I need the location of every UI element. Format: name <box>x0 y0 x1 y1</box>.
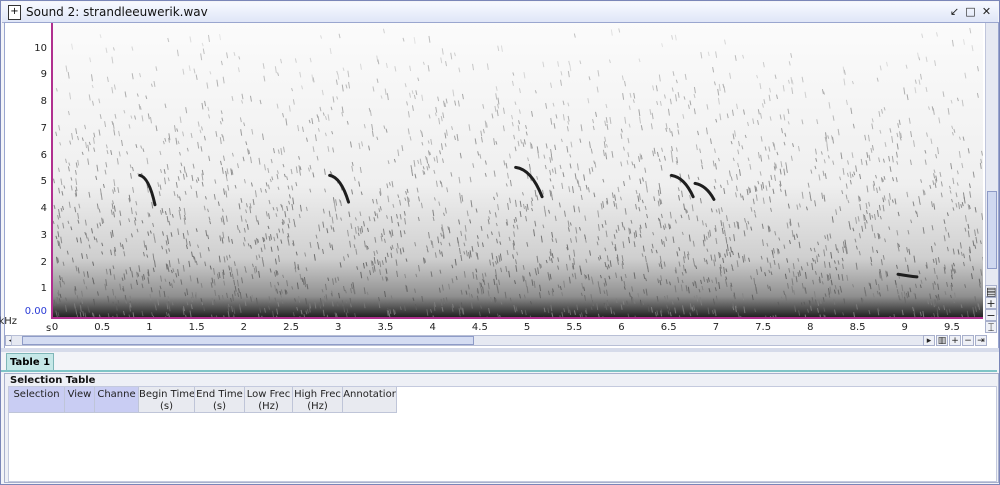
window-title: Sound 2: strandleeuwerik.wav <box>26 5 208 19</box>
x-tick-label: 5.5 <box>566 322 583 333</box>
y-tick-label: 9 <box>40 69 47 81</box>
column-header[interactable]: Annotatior <box>343 387 397 413</box>
column-header[interactable]: Channe <box>95 387 139 413</box>
column-header[interactable]: High Frec (Hz) <box>293 387 343 413</box>
vertical-scroll-thumb[interactable] <box>987 191 997 269</box>
sound-file-icon: + <box>8 5 21 20</box>
x-tick-label: 9 <box>901 322 908 333</box>
y-tick-label: 5 <box>40 176 47 188</box>
selection-table[interactable]: Selection View Channe Begin Time (s) End Tim… <box>8 386 997 482</box>
scroll-right-icon[interactable]: ▸ <box>923 335 935 346</box>
column-header[interactable]: Selection <box>9 387 65 413</box>
y-tick-label: 7 <box>40 122 47 134</box>
x-tick-label: 6 <box>618 322 625 333</box>
x-axis <box>51 317 983 319</box>
spectrogram-canvas[interactable] <box>53 23 983 317</box>
zoom-out-vertical-icon[interactable]: − <box>985 309 997 322</box>
zoom-full-horizontal-icon[interactable]: ⇥ <box>975 335 987 346</box>
y-tick-label: 1 <box>40 283 47 295</box>
y-tick-label: 4 <box>40 203 47 215</box>
y-tick-label: 3 <box>40 229 47 241</box>
zoom-full-vertical-icon[interactable]: ⌶ <box>985 321 997 334</box>
title-bar[interactable]: + Sound 2: strandleeuwerik.wav ↙ □ ✕ <box>2 2 998 23</box>
y-tick-label: 8 <box>40 96 47 108</box>
zoom-in-vertical-icon[interactable]: + <box>985 297 997 310</box>
tab-bar: Table 1 <box>4 352 997 372</box>
y-tick-label: 6 <box>40 149 47 161</box>
zoom-in-horizontal-icon[interactable]: + <box>949 335 961 346</box>
zoom-out-horizontal-icon[interactable]: − <box>962 335 974 346</box>
x-tick-label: 3.5 <box>377 322 394 333</box>
maximize-icon[interactable]: □ <box>964 5 977 18</box>
x-tick-label: 1 <box>146 322 153 333</box>
x-unit-label: s <box>46 323 52 334</box>
close-icon[interactable]: ✕ <box>980 5 993 18</box>
x-tick-label: 5 <box>523 322 531 333</box>
x-tick-label: 8 <box>807 322 814 333</box>
x-tick-label: 7.5 <box>755 322 772 333</box>
y-unit-label: kHz <box>0 316 17 327</box>
x-tick-label: 2.5 <box>283 322 299 333</box>
x-tick-label: 3 <box>335 322 342 333</box>
column-header[interactable]: End Time (s) <box>195 387 245 413</box>
column-header[interactable]: Begin Time (s) <box>139 387 195 413</box>
sound-window: + Sound 2: strandleeuwerik.wav ↙ □ ✕ 10 9… <box>0 0 1000 485</box>
column-header[interactable]: View <box>65 387 95 413</box>
x-tick-label: 2 <box>240 322 248 333</box>
x-tick-label: 0 <box>51 322 59 333</box>
x-tick-label: 7 <box>712 322 720 333</box>
x-tick-label: 4 <box>429 322 436 333</box>
restore-icon[interactable]: ↙ <box>948 5 961 18</box>
x-tick-label: 1.5 <box>188 322 205 333</box>
x-tick-label: 4.5 <box>471 322 488 333</box>
tab-underline <box>1 370 997 372</box>
y-tick-label: 10 <box>34 42 47 54</box>
selection-table-title: Selection Table <box>10 375 96 386</box>
spectrogram-panel: 10 9 8 7 6 5 4 3 2 1 0.00 kHz s 0 0.5 1 1.5 2 2.5 3 3.5 4… <box>0 22 999 349</box>
x-tick-label: 6.5 <box>660 322 677 333</box>
zoom-fit-horizontal-icon[interactable]: ▥ <box>936 335 948 346</box>
horizontal-scrollbar[interactable] <box>11 335 935 346</box>
selection-table-panel: Selection Table Selection View Channe Begin… <box>4 373 999 483</box>
vertical-scrollbar[interactable] <box>985 23 998 315</box>
horizontal-scroll-thumb[interactable] <box>22 336 474 345</box>
y-tick-label: 2 <box>40 256 47 268</box>
x-tick-label: 8.5 <box>849 322 866 333</box>
x-tick-label: 9.5 <box>944 322 960 333</box>
column-header[interactable]: Low Frec (Hz) <box>245 387 293 413</box>
x-tick-label: 0.5 <box>94 322 111 333</box>
zoom-fit-icon[interactable]: ▤ <box>985 285 997 298</box>
